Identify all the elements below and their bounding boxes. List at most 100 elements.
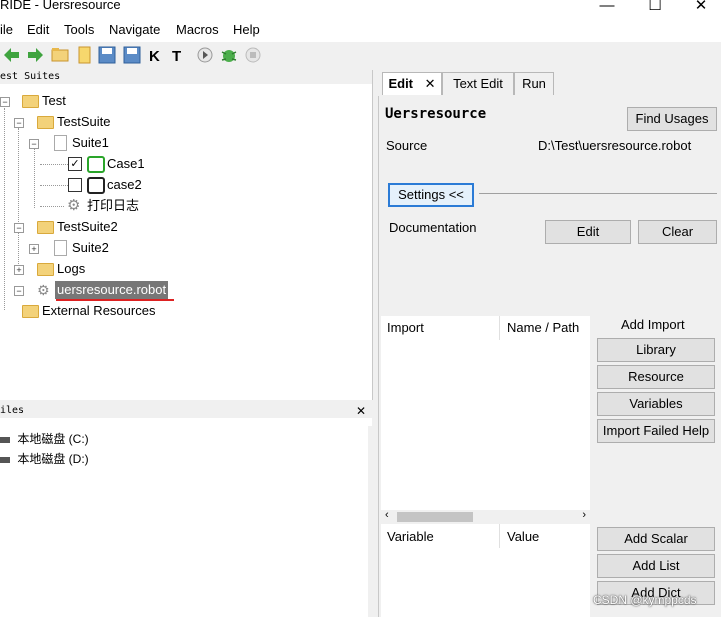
editor-title: Uersresource bbox=[385, 106, 487, 122]
files-header-label: iles bbox=[0, 405, 25, 416]
robot-test-green-icon bbox=[87, 156, 105, 173]
add-list-button[interactable]: Add List bbox=[597, 554, 715, 578]
tree-item-label: TestSuite bbox=[57, 114, 111, 129]
run-icon[interactable] bbox=[196, 46, 214, 64]
add-scalar-button[interactable]: Add Scalar bbox=[597, 527, 715, 551]
menu-macros[interactable]: Macros bbox=[176, 22, 219, 37]
minimize-button[interactable]: — bbox=[584, 0, 630, 17]
scroll-left-icon[interactable]: ‹ bbox=[385, 509, 389, 521]
settings-divider bbox=[479, 193, 717, 194]
scroll-right-icon[interactable]: › bbox=[582, 509, 586, 521]
folder-icon bbox=[22, 305, 39, 318]
save-all-icon[interactable] bbox=[123, 46, 141, 64]
folder-icon bbox=[37, 221, 54, 234]
menu-bar: ile Edit Tools Navigate Macros Help bbox=[0, 18, 721, 42]
horizontal-scrollbar[interactable]: ‹ › bbox=[381, 509, 590, 524]
checkbox-checked-icon[interactable]: ✓ bbox=[68, 157, 82, 171]
collapse-icon[interactable]: − bbox=[14, 286, 24, 296]
drive-icon bbox=[0, 436, 10, 443]
documentation-label: Documentation bbox=[389, 220, 477, 235]
collapse-icon[interactable]: − bbox=[0, 97, 10, 107]
import-table[interactable]: Import Name / Path ‹ › bbox=[381, 316, 590, 524]
tree-connector bbox=[40, 185, 70, 186]
folder-icon bbox=[22, 95, 39, 108]
title-bar: RIDE - Uersresource — ☐ ✕ bbox=[0, 0, 721, 18]
tab-run[interactable]: Run bbox=[514, 72, 554, 95]
test-suites-header: est Suites bbox=[0, 70, 372, 84]
tree-item-label: Test bbox=[42, 93, 66, 108]
editor-panel: Uersresource Find Usages Source D:\Test\… bbox=[378, 96, 721, 617]
new-folder-icon[interactable] bbox=[76, 46, 94, 64]
variable-column-header: Variable bbox=[387, 529, 434, 544]
files-panel: iles ✕ 本地磁盘 (C:) 本地磁盘 (D:) bbox=[0, 404, 372, 617]
resource-file-icon: ⚙ bbox=[37, 282, 50, 298]
folder-icon bbox=[37, 263, 54, 276]
drive-item-c[interactable]: 本地磁盘 (C:) bbox=[0, 430, 89, 447]
settings-toggle-button[interactable]: Settings << bbox=[388, 183, 474, 207]
panel-border bbox=[368, 426, 372, 617]
tree-item-label: 打印日志 bbox=[87, 198, 140, 213]
collapse-icon[interactable]: − bbox=[14, 118, 24, 128]
tree-item-label-selected: uersresource.robot bbox=[55, 281, 169, 299]
save-icon[interactable] bbox=[98, 46, 116, 64]
tab-label: Edit bbox=[388, 76, 414, 91]
clear-documentation-button[interactable]: Clear bbox=[638, 220, 717, 244]
import-failed-help-button[interactable]: Import Failed Help bbox=[597, 419, 715, 443]
window-title: RIDE - Uersresource bbox=[0, 0, 121, 12]
forward-arrow-icon[interactable] bbox=[26, 46, 44, 64]
tab-edit[interactable]: Edit ✕ bbox=[382, 72, 442, 95]
menu-file[interactable]: ile bbox=[0, 22, 13, 37]
close-tab-icon[interactable]: ✕ bbox=[425, 76, 436, 91]
drive-label: 本地磁盘 (C:) bbox=[17, 432, 89, 446]
files-header: iles ✕ bbox=[0, 404, 372, 418]
add-variables-button[interactable]: Variables bbox=[597, 392, 715, 416]
test-tag-icon[interactable]: T bbox=[171, 46, 189, 64]
drive-item-d[interactable]: 本地磁盘 (D:) bbox=[0, 450, 89, 467]
name-path-column-header: Name / Path bbox=[507, 320, 580, 335]
find-usages-button[interactable]: Find Usages bbox=[627, 107, 717, 131]
scrollbar-thumb[interactable] bbox=[397, 512, 473, 522]
svg-text:T: T bbox=[172, 48, 181, 64]
value-column-header: Value bbox=[507, 529, 540, 544]
menu-help[interactable]: Help bbox=[233, 22, 260, 37]
stop-icon[interactable] bbox=[244, 46, 262, 64]
close-window-button[interactable]: ✕ bbox=[678, 0, 721, 17]
collapse-icon[interactable]: − bbox=[14, 223, 24, 233]
add-resource-button[interactable]: Resource bbox=[597, 365, 715, 389]
back-arrow-icon[interactable] bbox=[3, 46, 21, 64]
expand-icon[interactable]: + bbox=[14, 265, 24, 275]
column-divider bbox=[499, 524, 500, 548]
tree-item-label: TestSuite2 bbox=[57, 219, 118, 234]
maximize-button[interactable]: ☐ bbox=[632, 0, 678, 17]
open-folder-icon[interactable] bbox=[51, 46, 69, 64]
variable-table[interactable]: Variable Value bbox=[381, 524, 590, 617]
expand-icon[interactable]: + bbox=[29, 244, 39, 254]
close-icon[interactable]: ✕ bbox=[356, 404, 366, 418]
tree-item-label: Suite2 bbox=[72, 240, 109, 255]
gear-icon: ⚙ bbox=[67, 197, 81, 214]
tree-connector bbox=[18, 128, 19, 268]
menu-tools[interactable]: Tools bbox=[64, 22, 94, 37]
watermark: CSDN @kymppcds bbox=[593, 593, 697, 607]
keyword-search-icon[interactable]: K bbox=[148, 46, 166, 64]
tree-item-label: Suite1 bbox=[72, 135, 109, 150]
edit-documentation-button[interactable]: Edit bbox=[545, 220, 631, 244]
file-icon bbox=[54, 135, 67, 151]
tree-item-label: case2 bbox=[107, 177, 142, 192]
add-library-button[interactable]: Library bbox=[597, 338, 715, 362]
tree-item-label: External Resources bbox=[42, 303, 156, 318]
add-import-label: Add Import bbox=[621, 317, 685, 332]
checkbox-icon[interactable] bbox=[68, 178, 82, 192]
debug-bug-icon[interactable] bbox=[220, 46, 238, 64]
menu-navigate[interactable]: Navigate bbox=[109, 22, 160, 37]
source-value: D:\Test\uersresource.robot bbox=[538, 138, 692, 153]
menu-edit[interactable]: Edit bbox=[27, 22, 49, 37]
svg-text:K: K bbox=[149, 48, 160, 64]
tab-text-edit[interactable]: Text Edit bbox=[442, 72, 514, 95]
robot-test-icon bbox=[87, 177, 105, 194]
tab-label: Run bbox=[522, 76, 546, 91]
test-suites-panel: est Suites − Test − TestSuite − Suite1 ✓… bbox=[0, 70, 373, 400]
collapse-icon[interactable]: − bbox=[29, 139, 39, 149]
folder-icon bbox=[37, 116, 54, 129]
tree-item-label: Logs bbox=[57, 261, 86, 276]
